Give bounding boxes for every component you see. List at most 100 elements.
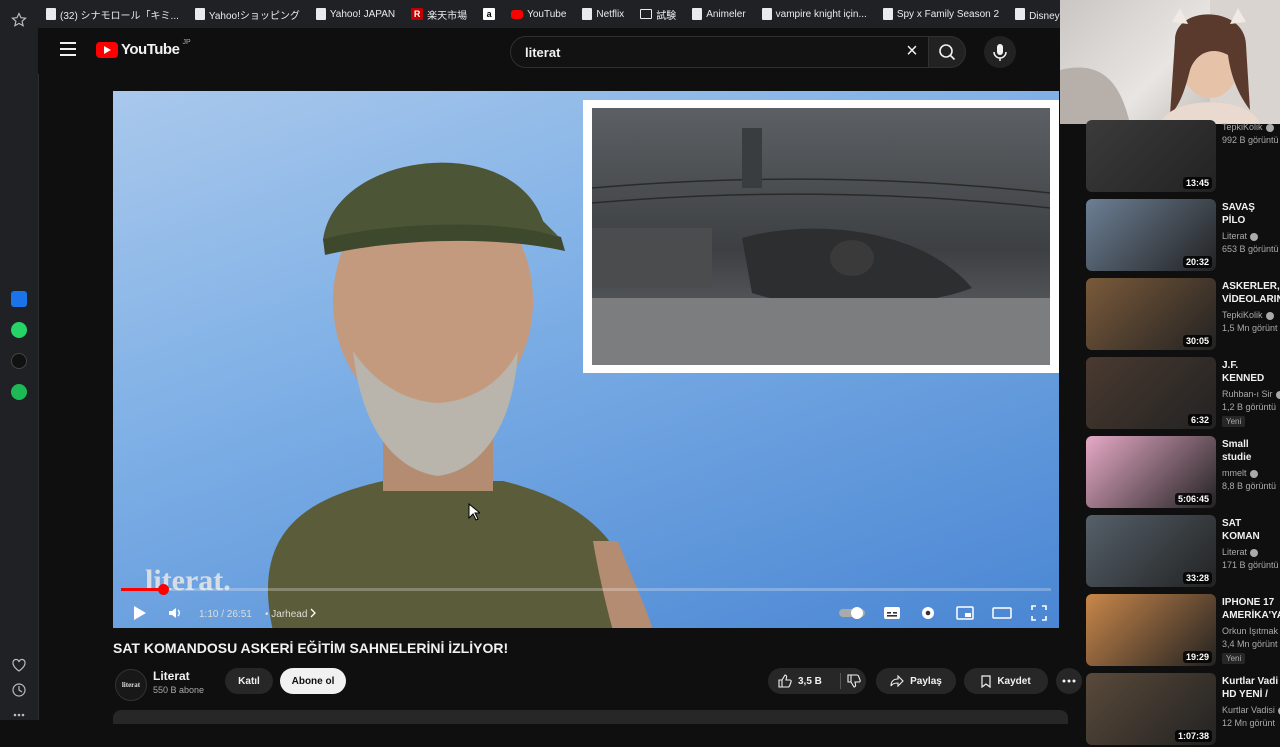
whatsapp-icon[interactable] [11, 322, 27, 338]
recommendation-thumbnail[interactable]: 19:29 [1086, 594, 1216, 666]
theater-mode-icon[interactable] [992, 605, 1012, 621]
recommendation-item[interactable]: 1:07:38 Kurtlar Vadi HD YENİ / @ Kurtlar V… [1086, 673, 1280, 747]
like-count: 3,5 B [798, 675, 822, 687]
inset-video-frame [583, 100, 1059, 373]
autoplay-toggle-icon[interactable] [838, 606, 866, 620]
bookmark-item[interactable]: YouTube [503, 0, 574, 28]
heart-icon[interactable] [11, 657, 27, 673]
thumbs-down-icon[interactable] [847, 674, 861, 688]
recommendation-item[interactable]: 19:29 IPHONE 17 AMERİKA'YA Orkun Işıtmak 3,… [1086, 594, 1280, 668]
bookmark-item[interactable]: Yahoo!ショッピング [187, 0, 308, 28]
recommendation-thumbnail[interactable]: 5:06:45 [1086, 436, 1216, 508]
app-store-icon[interactable] [11, 291, 27, 307]
bookmark-item[interactable]: Yahoo! JAPAN [308, 0, 403, 28]
bookmark-label: Netflix [596, 8, 625, 20]
search-input[interactable] [523, 44, 877, 61]
recommendation-channel[interactable]: Kurtlar Vadisi [1222, 705, 1275, 715]
subtitles-icon[interactable] [883, 605, 901, 621]
hamburger-menu-icon[interactable] [60, 42, 76, 56]
channel-avatar[interactable]: literat [115, 669, 147, 701]
channel-name[interactable]: Literat [153, 669, 190, 683]
recommendation-item[interactable]: 13:45 TepkiKolik 992 B görüntü [1086, 120, 1280, 194]
more-icon[interactable] [11, 707, 27, 723]
bookmark-item[interactable]: (32) シナモロール「キミ... [38, 0, 187, 28]
recommendation-title[interactable]: ASKERLER, VİDEOLARIN [1222, 280, 1280, 306]
bookmark-item[interactable]: Animeler [684, 0, 753, 28]
bookmark-item[interactable]: vampire knight için... [754, 0, 875, 28]
fullscreen-icon[interactable] [1031, 605, 1047, 621]
history-icon[interactable] [11, 682, 27, 698]
progress-knob[interactable] [158, 584, 169, 595]
page-icon [1015, 8, 1026, 20]
save-button[interactable]: Kaydet [964, 668, 1048, 694]
bookmark-item[interactable]: Spy x Family Season 2 [875, 0, 1007, 28]
recommendation-item[interactable]: 20:32 SAVAŞ PİLO SAHNELERİ Literat 653 B gö… [1086, 199, 1280, 273]
like-button[interactable]: 3,5 B [768, 668, 866, 694]
play-icon[interactable] [133, 605, 147, 621]
recommendation-thumbnail[interactable]: 33:28 [1086, 515, 1216, 587]
tiktok-icon[interactable] [11, 353, 27, 369]
page-icon [194, 8, 205, 20]
recommendation-views: 653 B görüntü [1222, 244, 1279, 254]
settings-gear-icon[interactable] [920, 605, 936, 621]
recommendation-title[interactable]: SAVAŞ PİLO SAHNELERİ [1222, 201, 1280, 227]
bookmark-item[interactable]: R 楽天市場 [403, 0, 475, 28]
search-box: × [510, 36, 929, 68]
bookmark-label: Yahoo!ショッピング [208, 10, 300, 22]
bookmark-label: Animeler [706, 8, 746, 20]
recommendation-views: 3,4 Mn görünt [1222, 639, 1278, 649]
bookmark-item[interactable]: 試験 [632, 0, 684, 28]
recommendation-channel[interactable]: TepkiKolik [1222, 122, 1263, 132]
recommendation-channel[interactable]: Ruhban-ı Sir [1222, 389, 1273, 399]
recommendation-channel[interactable]: Literat [1222, 231, 1247, 241]
recommendation-thumbnail[interactable]: 20:32 [1086, 199, 1216, 271]
page-icon [761, 8, 772, 20]
star-icon[interactable] [11, 12, 27, 28]
description-box[interactable] [113, 710, 1068, 724]
video-player[interactable]: literat. 1:10 / 26:51 • Jarhead [113, 91, 1059, 628]
bookmark-label: Spy x Family Season 2 [896, 8, 1000, 20]
bookmark-item[interactable]: Netflix [574, 0, 632, 28]
bookmark-item[interactable]: a [475, 0, 503, 28]
miniplayer-icon[interactable] [956, 605, 974, 621]
recommendation-item[interactable]: 6:32 J.F. KENNED Yıllık Sırrı Ruhban-ı Sir… [1086, 357, 1280, 431]
more-actions-button[interactable] [1056, 668, 1082, 694]
voice-search-button[interactable] [984, 36, 1016, 68]
chevron-right-icon[interactable] [309, 608, 317, 618]
chapter-label[interactable]: • Jarhead [265, 609, 307, 620]
time-display: 1:10 / 26:51 [199, 609, 252, 620]
recommendation-title[interactable]: J.F. KENNED Yıllık Sırrı [1222, 359, 1280, 385]
recommendation-title[interactable]: Kurtlar Vadi HD YENİ / @ [1222, 675, 1280, 701]
spotify-icon[interactable] [11, 384, 27, 400]
youtube-logo[interactable]: YouTube JP [96, 39, 191, 58]
recommendation-thumbnail[interactable]: 13:45 [1086, 120, 1216, 192]
share-button[interactable]: Paylaş [876, 668, 956, 694]
recommendation-item[interactable]: 5:06:45 Small studie victories tor mmelt 8,… [1086, 436, 1280, 510]
subscribe-button[interactable]: Abone ol [280, 668, 346, 694]
recommendation-item[interactable]: 33:28 SAT KOMAN SAVAŞLARD Literat 171 B gör… [1086, 515, 1280, 589]
recommendation-channel[interactable]: TepkiKolik [1222, 310, 1263, 320]
video-duration: 20:32 [1182, 256, 1212, 268]
recommendation-thumbnail[interactable]: 1:07:38 [1086, 673, 1216, 745]
recommendation-title[interactable]: Small studie victories tor [1222, 438, 1280, 464]
search-button[interactable] [928, 36, 966, 68]
bookmark-label: Yahoo! JAPAN [329, 8, 396, 20]
recommendation-views: 1,2 B görüntü [1222, 402, 1277, 412]
bookmark-item[interactable]: Disney+ | 映画＆番組 [1007, 0, 1060, 28]
recommendation-item[interactable]: 30:05 ASKERLER, VİDEOLARIN TepkiKolik 1,5 M… [1086, 278, 1280, 352]
recommendation-channel[interactable]: mmelt [1222, 468, 1247, 478]
recommendation-title[interactable]: IPHONE 17 AMERİKA'YA [1222, 596, 1280, 622]
volume-icon[interactable] [167, 605, 183, 621]
clear-search-icon[interactable]: × [904, 41, 920, 61]
page-icon [882, 8, 893, 20]
channel-action-row: literat Literat 550 B abone Katıl Abone … [113, 666, 1082, 702]
recommendation-thumbnail[interactable]: 30:05 [1086, 278, 1216, 350]
video-duration: 6:32 [1187, 414, 1212, 426]
progress-bar[interactable] [121, 584, 1051, 595]
join-button[interactable]: Katıl [225, 668, 273, 694]
recommendation-thumbnail[interactable]: 6:32 [1086, 357, 1216, 429]
recommendation-channel[interactable]: Orkun Işıtmak [1222, 626, 1278, 636]
recommendation-channel[interactable]: Literat [1222, 547, 1247, 557]
verified-badge-icon [1275, 390, 1280, 399]
recommendation-title[interactable]: SAT KOMAN SAVAŞLARD [1222, 517, 1280, 543]
